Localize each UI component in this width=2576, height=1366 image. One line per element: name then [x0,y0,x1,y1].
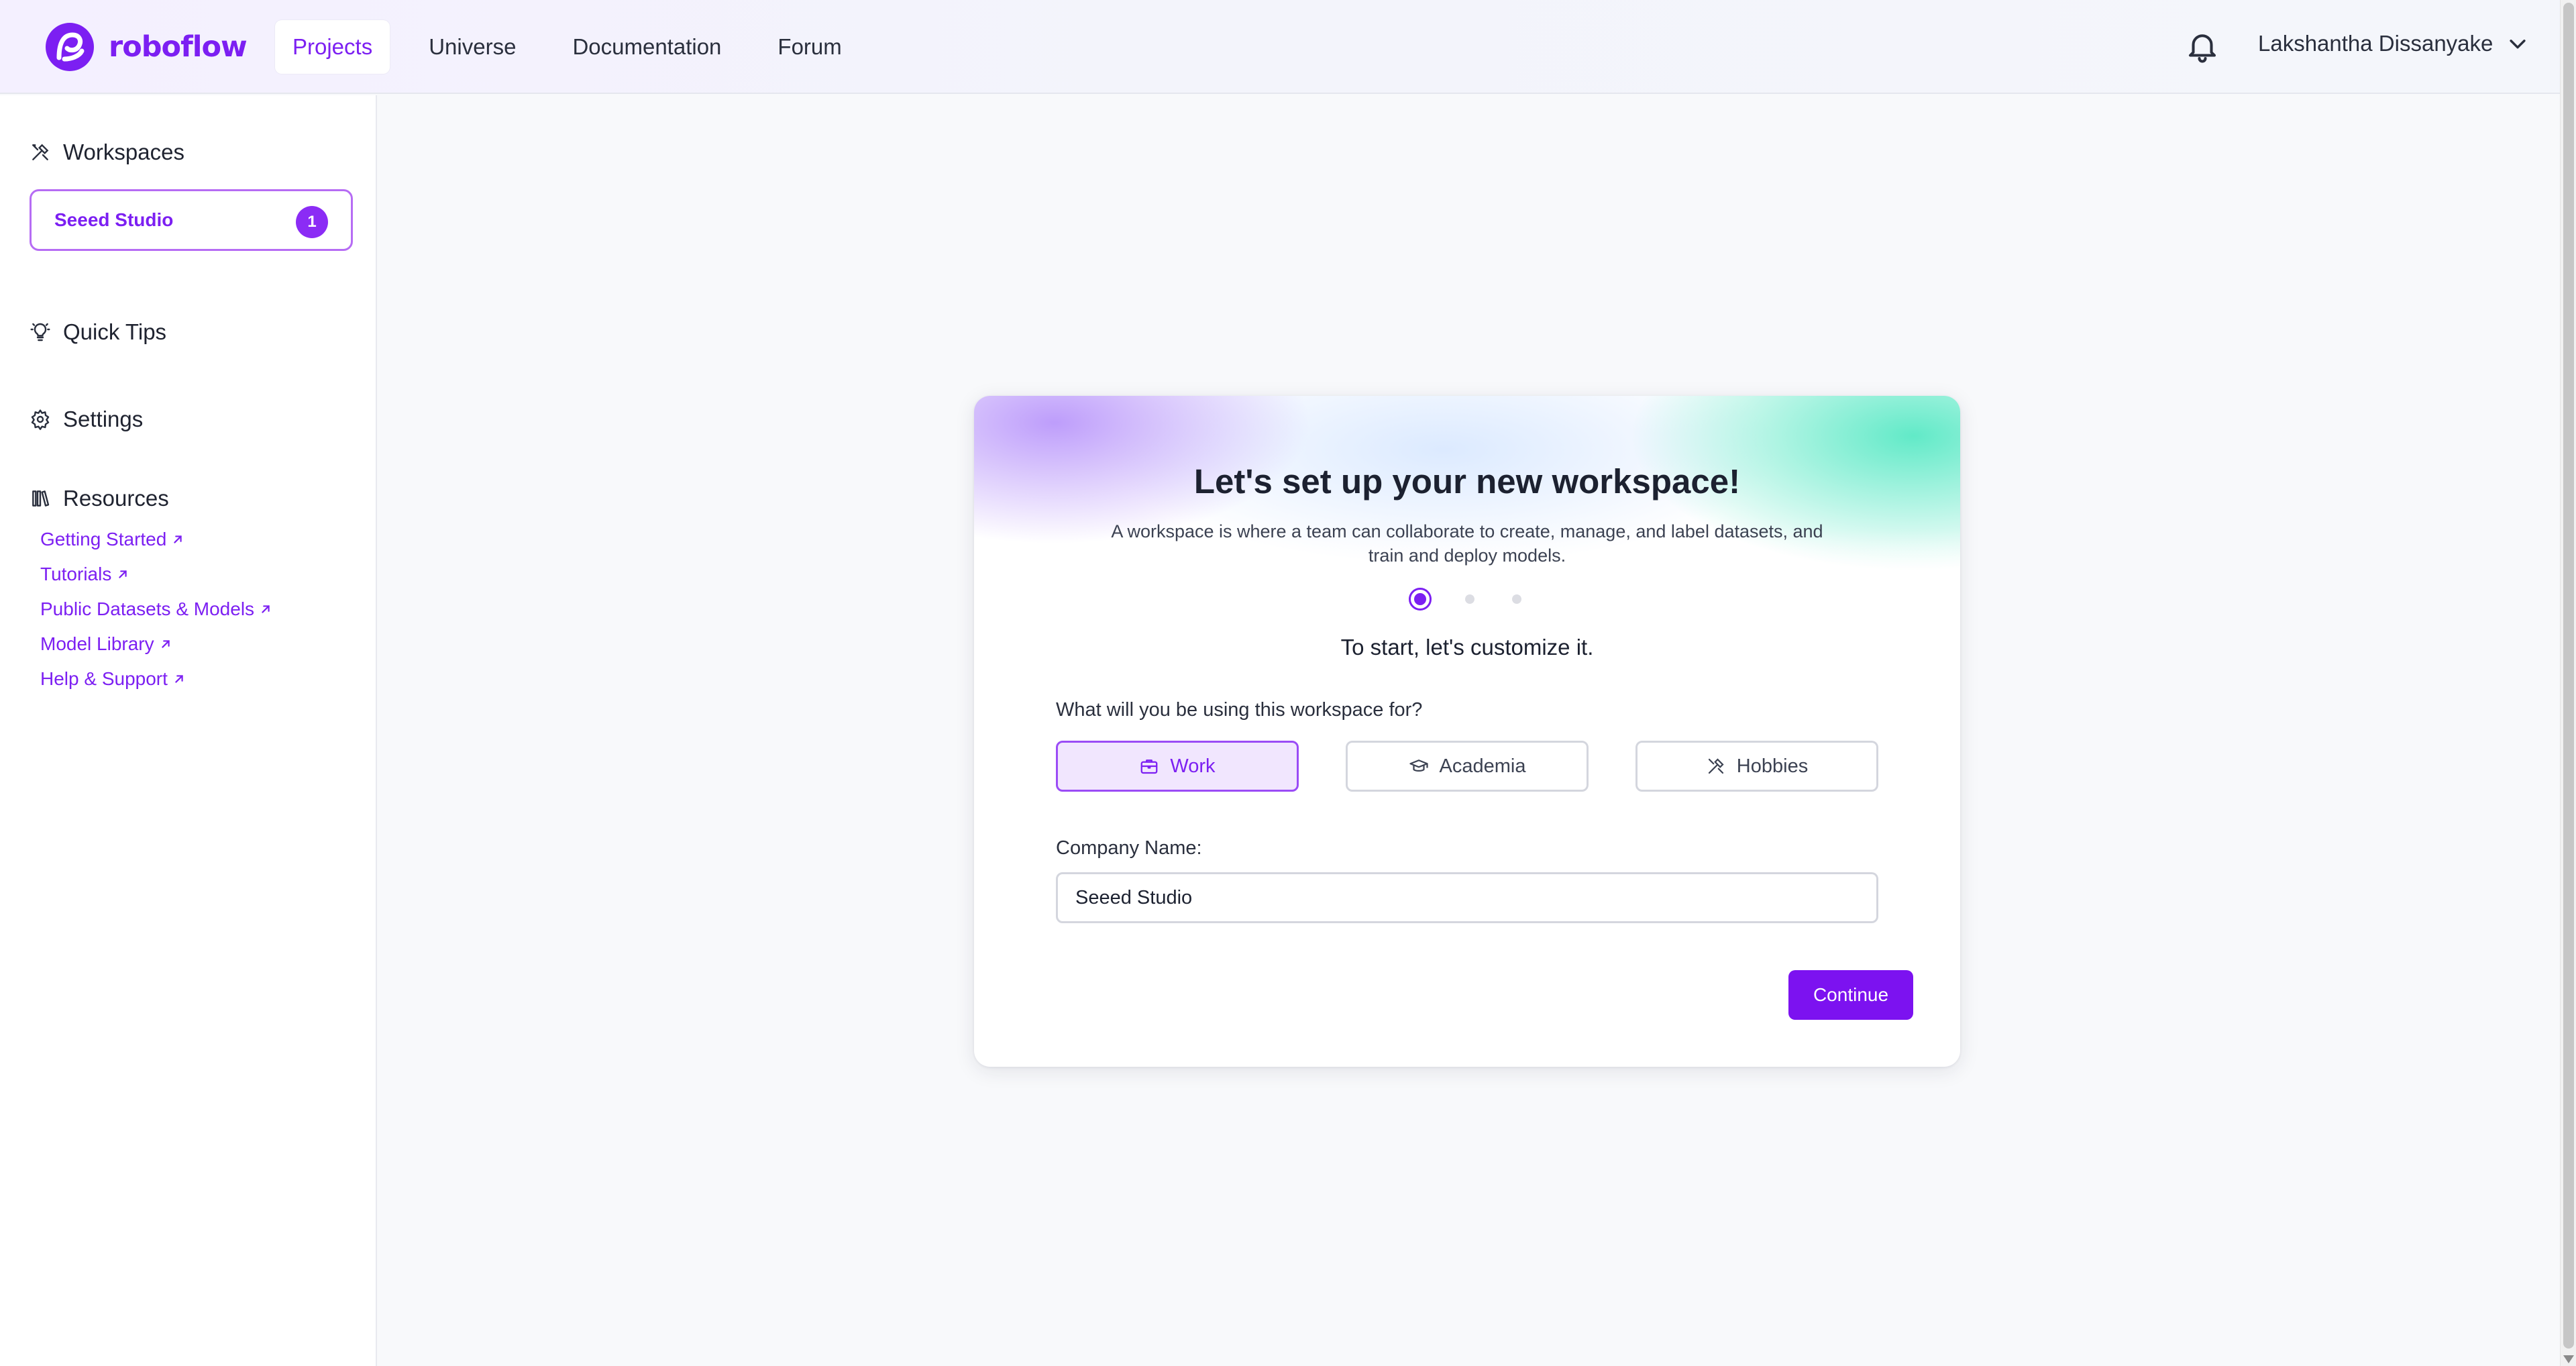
company-name-label: Company Name: [1056,837,1202,859]
option-label: Academia [1439,755,1526,777]
external-link-icon [174,535,182,543]
nav-universe[interactable]: Universe [411,20,533,74]
link-model-library[interactable]: Model Library [40,633,173,655]
link-public-datasets-models[interactable]: Public Datasets & Models [40,598,273,620]
tools-icon [1708,758,1724,774]
user-name: Lakshantha Dissanyake [2258,31,2493,56]
step-heading: To start, let's customize it. [1340,635,1594,660]
workspaces-title: Workspaces [63,140,184,164]
step-dot-2 [1465,594,1474,604]
quick-tips-title: Quick Tips [63,319,167,344]
lightbulb-icon [30,323,50,342]
library-icon [32,490,50,507]
settings-title: Settings [63,407,144,431]
link-label: Getting Started [40,529,167,549]
option-label: Hobbies [1736,755,1809,777]
scrollbar-thumb[interactable] [2563,3,2574,1349]
page-scrollbar[interactable] [2560,0,2576,1366]
link-tutorials[interactable]: Tutorials [40,564,130,585]
link-getting-started[interactable]: Getting Started [40,529,185,550]
graduation-cap-icon [1409,759,1428,772]
usage-question-label: What will you be using this workspace fo… [1056,699,1423,721]
link-label: Public Datasets & Models [40,598,255,619]
external-link-icon [175,675,183,683]
step-dot-3 [1512,594,1521,604]
step-dot-1-active [1409,588,1432,611]
settings-heading[interactable]: Settings [30,407,143,432]
main-nav: Projects Universe Documentation Forum [275,20,881,74]
option-academia[interactable]: Academia [1346,741,1589,792]
nav-documentation[interactable]: Documentation [555,20,739,74]
workspace-name: Seeed Studio [54,209,174,230]
external-link-icon [161,640,170,648]
nav-projects[interactable]: Projects [275,20,390,74]
link-help-support[interactable]: Help & Support [40,668,186,690]
workspace-setup-card: Let's set up your new workspace! A works… [974,396,1960,1067]
sidebar: Workspaces Seeed Studio 1 Quick Tips Set… [0,95,377,1366]
option-work[interactable]: Work [1056,741,1299,792]
company-name-input[interactable] [1056,872,1878,923]
resources-title: Resources [63,486,169,511]
chevron-down-icon [2510,40,2526,49]
workspaces-heading: Workspaces [30,140,184,165]
bell-icon[interactable] [2184,28,2220,64]
briefcase-icon [1141,759,1158,774]
roboflow-logo[interactable]: roboflow [44,21,248,72]
quick-tips-heading[interactable]: Quick Tips [30,319,166,345]
user-menu[interactable]: Lakshantha Dissanyake [2258,31,2529,56]
setup-title: Let's set up your new workspace! [1193,462,1741,501]
external-link-icon [262,605,270,613]
workspace-badge: 1 [296,206,328,238]
workspace-icon [32,144,49,160]
link-label: Model Library [40,633,154,654]
setup-subtitle: A workspace is where a team can collabor… [1111,521,1823,566]
roboflow-logo-icon [46,23,94,71]
external-link-icon [119,570,127,578]
option-label: Work [1170,755,1216,777]
nav-forum[interactable]: Forum [760,20,859,74]
workspace-item-seeed-studio[interactable]: Seeed Studio 1 [30,189,353,251]
resources-heading: Resources [30,486,169,511]
continue-button[interactable]: Continue [1788,970,1913,1020]
top-navigation-bar: roboflow Projects Universe Documentation… [0,0,2560,94]
step-indicator [1409,588,1559,611]
link-label: Help & Support [40,668,168,689]
scroll-down-arrow-icon[interactable] [2563,1355,2574,1363]
gear-icon [31,409,50,430]
option-hobbies[interactable]: Hobbies [1635,741,1878,792]
link-label: Tutorials [40,564,112,584]
brand-name: roboflow [109,30,248,64]
